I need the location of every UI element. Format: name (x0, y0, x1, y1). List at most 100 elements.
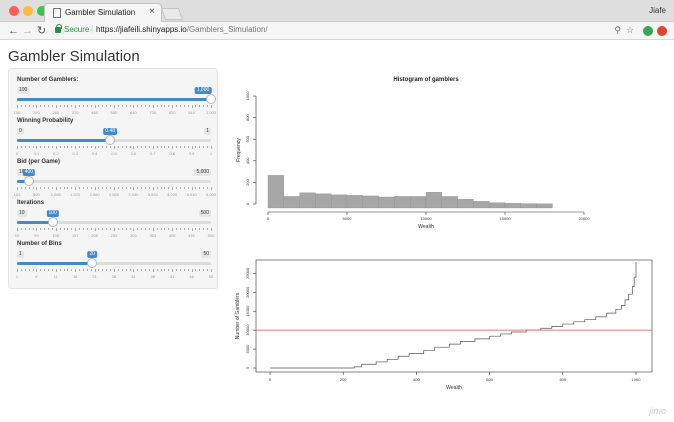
histogram-bar (283, 196, 300, 209)
browser-tab[interactable]: Gambler Simulation × (44, 3, 162, 23)
back-icon[interactable]: ← (8, 24, 19, 38)
slider-minor-tick (179, 105, 181, 107)
slider-fill (17, 262, 93, 265)
slider-value-label: 0.48 (103, 128, 117, 135)
slider-tick (17, 228, 18, 231)
slider-ticks (17, 269, 212, 273)
new-tab-button[interactable] (160, 8, 184, 20)
slider-minor-tick (44, 105, 46, 107)
slider-minor-tick (82, 146, 84, 148)
slider-tick (211, 105, 212, 108)
slider-handle[interactable] (105, 135, 116, 145)
slider-minor-tick (59, 269, 61, 271)
slider-minor-tick (187, 187, 189, 189)
slider-minor-tick (168, 187, 170, 189)
secure-label[interactable]: Secure (64, 25, 89, 34)
slider-track[interactable] (17, 180, 211, 183)
slider-tick-label: 402 (168, 233, 176, 238)
slider-track[interactable] (17, 98, 211, 101)
slider-track[interactable] (17, 262, 211, 265)
histogram-bar (394, 196, 411, 209)
slider-tick-label: 1,080 (50, 192, 61, 197)
slider-tick (152, 187, 154, 190)
slider-handle[interactable] (206, 94, 216, 104)
slider-minor-tick (176, 146, 178, 148)
slider-minor-tick (176, 228, 178, 230)
slider-minor-tick (98, 228, 100, 230)
slider-minor-tick (28, 146, 30, 148)
close-tab-icon[interactable]: × (149, 6, 155, 17)
slider-minor-tick (67, 146, 69, 148)
slider-minor-tick (183, 187, 185, 189)
slider-tick (75, 187, 77, 190)
lock-icon[interactable] (55, 24, 62, 33)
histogram-bar (362, 195, 379, 209)
slider-minor-tick (129, 228, 131, 230)
slider-minor-tick (48, 269, 50, 271)
slider-fill (17, 98, 211, 101)
x-tick-label: 200 (340, 377, 347, 382)
slider-minor-tick (20, 146, 22, 148)
star-icon[interactable]: ☆ (626, 25, 634, 36)
slider-value-label: 20 (87, 251, 97, 258)
slider-value-label: 1,000 (194, 87, 212, 94)
slider-handle[interactable] (23, 176, 34, 186)
slider-tick-label: 59 (34, 233, 39, 238)
slider-handle[interactable] (87, 258, 98, 268)
slider-tick-label: 3,040 (128, 192, 139, 197)
slider-label: Winning Probability (17, 118, 74, 124)
slider-minor-tick (28, 228, 30, 230)
slider-minor-tick (90, 228, 92, 230)
slider-minor-tick (67, 187, 69, 189)
slider-minor-tick (79, 105, 81, 107)
close-window-button[interactable] (9, 6, 19, 16)
slider-minor-tick (117, 146, 119, 148)
slider-minor-tick (125, 105, 127, 107)
slider-minor-tick (179, 228, 181, 230)
slider-minor-tick (176, 269, 178, 271)
slider-minor-tick (32, 187, 34, 189)
slider-tick-label: 26 (111, 274, 117, 279)
slider-tick (172, 187, 174, 190)
slider-minor-tick (160, 187, 162, 189)
plot-frame (255, 259, 653, 373)
slider-minor-tick (129, 269, 131, 271)
slider-minor-tick (156, 187, 158, 189)
slider-minor-tick (168, 146, 170, 148)
slider-minor-tick (106, 146, 108, 148)
address-bar[interactable]: https://jiafeili.shinyapps.io/Gamblers_S… (96, 25, 268, 34)
extension-icon[interactable] (657, 26, 667, 36)
slider-track[interactable] (17, 221, 211, 224)
profile-name[interactable]: Jiafe (649, 6, 666, 15)
extension-icon[interactable] (643, 26, 653, 36)
slider-minor-tick (179, 269, 181, 271)
slider-minor-tick (40, 187, 42, 189)
forward-icon[interactable]: → (22, 24, 33, 38)
slider-minor-tick (44, 228, 46, 230)
slider-minor-tick (82, 187, 84, 189)
reload-icon[interactable]: ↻ (37, 24, 46, 38)
slider-minor-tick (63, 269, 65, 271)
slider-minor-tick (156, 228, 158, 230)
page-icon (53, 8, 61, 18)
minimize-window-button[interactable] (23, 6, 33, 16)
slider-handle[interactable] (47, 217, 58, 227)
zoom-icon[interactable]: ⚲ (614, 25, 621, 36)
slider-minor-tick (51, 269, 53, 271)
slider-minor-tick (51, 187, 53, 189)
slider-tick (172, 105, 174, 108)
histogram-bar (489, 202, 506, 209)
slider-minor-tick (28, 269, 30, 271)
slider-tick-label: 16 (72, 274, 78, 279)
slider-minor-tick (32, 228, 34, 230)
slider-minor-tick (82, 105, 84, 107)
slider-minor-tick (141, 187, 143, 189)
slider-minor-tick (86, 105, 88, 107)
slider-minor-tick (164, 228, 166, 230)
slider-ticks (17, 187, 212, 191)
y-tick-label: 20000 (245, 286, 250, 298)
histogram-bar (331, 194, 348, 209)
slider-tick (55, 187, 57, 190)
slider-tick-label: 500 (207, 233, 215, 238)
slider-minor-tick (67, 105, 69, 107)
